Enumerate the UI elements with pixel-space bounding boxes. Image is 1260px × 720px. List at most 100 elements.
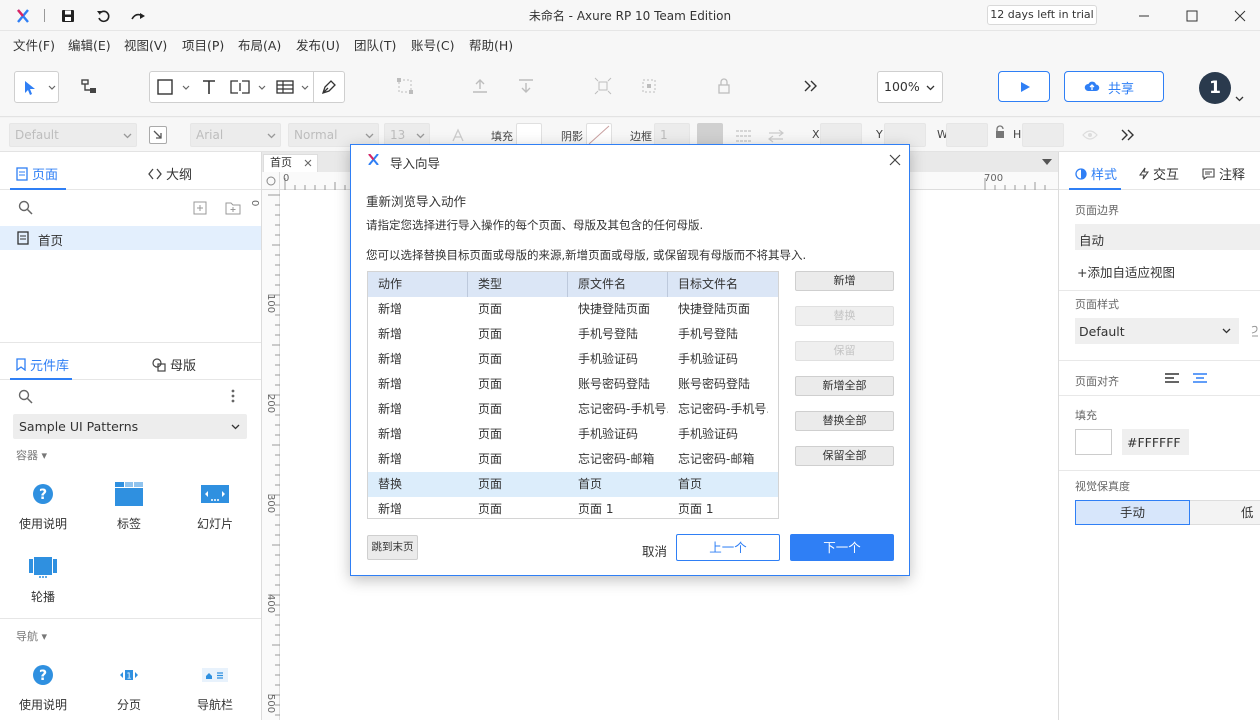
widget-help[interactable]: ? 使用说明 xyxy=(8,479,78,532)
table-row[interactable]: 新增 页面 忘记密码-手机号... 忘记密码-手机号... xyxy=(368,397,778,422)
add-all-button[interactable]: 新增全部 xyxy=(795,376,894,396)
tab-masters[interactable]: 母版 xyxy=(152,355,196,374)
widget-navbar[interactable]: 导航栏 xyxy=(180,660,250,713)
table-row[interactable]: 替换 页面 首页 首页 xyxy=(368,472,778,497)
table-row[interactable]: 新增 页面 手机验证码 手机验证码 xyxy=(368,422,778,447)
cancel-button[interactable]: 取消 xyxy=(642,541,667,560)
jump-to-end-button[interactable]: 跳到末页 xyxy=(367,535,418,560)
keep-button[interactable]: 保留 xyxy=(795,341,894,361)
select-tool[interactable] xyxy=(14,71,59,103)
minimize-icon[interactable] xyxy=(1136,8,1152,24)
widget-slideshow[interactable]: 幻灯片 xyxy=(180,479,250,532)
h-input[interactable] xyxy=(1022,123,1064,147)
group-icon[interactable] xyxy=(394,75,416,97)
tab-pages[interactable]: 页面 xyxy=(16,164,58,183)
ruler-corner[interactable] xyxy=(262,172,280,190)
visibility-icon[interactable] xyxy=(1082,129,1098,141)
close-window-icon[interactable] xyxy=(1232,8,1248,24)
keep-all-button[interactable]: 保留全部 xyxy=(795,446,894,466)
preview-button[interactable] xyxy=(998,71,1050,102)
menu-help[interactable]: 帮助(H) xyxy=(469,35,513,54)
chevron-down-icon[interactable] xyxy=(182,85,190,91)
table-row[interactable]: 新增 页面 手机验证码 手机验证码 xyxy=(368,347,778,372)
style-overflow-icon[interactable] xyxy=(1249,324,1260,338)
style-select[interactable]: Default xyxy=(9,123,137,147)
search-icon[interactable] xyxy=(18,200,33,215)
library-select[interactable]: Sample UI Patterns xyxy=(13,414,247,439)
arrow-style-icon[interactable] xyxy=(767,128,785,144)
tab-list-dropdown-icon[interactable] xyxy=(1042,159,1052,165)
menu-publish[interactable]: 发布(U) xyxy=(296,35,340,54)
vertical-ruler[interactable]: 0 100 200 300 400 500 xyxy=(249,190,280,720)
previous-button[interactable]: 上一个 xyxy=(676,534,780,561)
align-center-icon[interactable] xyxy=(1192,373,1208,385)
zoom-select[interactable]: 100% xyxy=(877,71,943,103)
avatar[interactable]: 1 xyxy=(1199,72,1231,104)
lock-icon[interactable] xyxy=(713,75,735,97)
canvas-page-tab[interactable]: 首页 xyxy=(263,154,318,172)
close-tab-icon[interactable] xyxy=(304,159,312,167)
fill-hex-input[interactable]: #FFFFFF xyxy=(1122,429,1189,455)
add-adaptive-view-link[interactable]: +添加自适应视图 xyxy=(1077,262,1175,281)
menu-edit[interactable]: 编辑(E) xyxy=(68,35,111,54)
tab-library[interactable]: 元件库 xyxy=(16,355,69,374)
widget-pagination[interactable]: 1 分页 xyxy=(94,660,164,713)
column-header[interactable]: 动作 xyxy=(368,272,468,297)
text-tool-icon[interactable] xyxy=(201,79,217,95)
tab-notes[interactable]: 注释 xyxy=(1202,164,1245,183)
column-header[interactable]: 类型 xyxy=(468,272,568,297)
distribute-icon[interactable] xyxy=(638,75,660,97)
send-back-icon[interactable] xyxy=(515,75,537,97)
section-navigation[interactable]: 导航 ▾ xyxy=(16,628,47,644)
fill-color-swatch[interactable] xyxy=(1075,429,1112,455)
table-row[interactable]: 新增 页面 忘记密码-邮箱 忘记密码-邮箱 xyxy=(368,447,778,472)
section-containers[interactable]: 容器 ▾ xyxy=(16,447,47,463)
widget-help-nav[interactable]: ? 使用说明 xyxy=(8,660,78,713)
widget-carousel[interactable]: 轮播 xyxy=(8,552,78,605)
menu-view[interactable]: 视图(V) xyxy=(124,35,167,54)
connector-tool-icon[interactable] xyxy=(76,74,102,100)
font-select[interactable]: Arial xyxy=(190,123,281,147)
more-style-icon[interactable] xyxy=(1121,129,1135,141)
add-page-icon[interactable] xyxy=(193,201,207,215)
share-button[interactable]: 共享 xyxy=(1064,71,1164,102)
chevron-down-icon[interactable] xyxy=(301,85,309,91)
line-style-icon[interactable] xyxy=(735,128,753,144)
search-icon[interactable] xyxy=(18,389,33,404)
menu-layout[interactable]: 布局(A) xyxy=(238,35,281,54)
replace-all-button[interactable]: 替换全部 xyxy=(795,411,894,431)
menu-file[interactable]: 文件(F) xyxy=(13,35,55,54)
trial-badge[interactable]: 12 days left in trial xyxy=(987,5,1097,25)
input-tool-icon[interactable] xyxy=(230,80,250,94)
menu-project[interactable]: 项目(P) xyxy=(182,35,224,54)
tab-style[interactable]: 样式 xyxy=(1075,164,1117,183)
tab-outline[interactable]: 大纲 xyxy=(148,164,192,183)
font-color-icon[interactable] xyxy=(450,128,466,144)
replace-button[interactable]: 替换 xyxy=(795,306,894,326)
table-row[interactable]: 新增 页面 快捷登陆页面 快捷登陆页面 xyxy=(368,297,778,322)
maximize-icon[interactable] xyxy=(1184,8,1200,24)
table-row[interactable]: 新增 页面 账号密码登陆 账号密码登陆 xyxy=(368,372,778,397)
page-style-select[interactable]: Default xyxy=(1075,318,1239,344)
fidelity-manual-button[interactable]: 手动 xyxy=(1075,500,1190,525)
table-tool-icon[interactable] xyxy=(276,80,294,94)
next-button[interactable]: 下一个 xyxy=(790,534,894,561)
more-options-icon[interactable] xyxy=(231,389,235,403)
column-header[interactable]: 原文件名 xyxy=(568,272,668,297)
chevron-down-icon[interactable] xyxy=(1235,96,1244,102)
menu-account[interactable]: 账号(C) xyxy=(411,35,454,54)
widget-tabs[interactable]: 标签 xyxy=(94,479,164,532)
page-bounds-select[interactable]: 自动 xyxy=(1075,224,1260,250)
more-tools-icon[interactable] xyxy=(800,75,822,97)
page-item-home[interactable]: 首页 xyxy=(0,226,261,250)
w-input[interactable] xyxy=(946,123,988,147)
add-folder-icon[interactable] xyxy=(225,201,241,215)
fidelity-low-button[interactable]: 低 xyxy=(1190,500,1260,525)
lock-aspect-icon[interactable] xyxy=(994,125,1006,139)
column-header[interactable]: 目标文件名 xyxy=(668,272,778,297)
align-left-icon[interactable] xyxy=(1164,373,1180,385)
align-icon[interactable] xyxy=(592,75,614,97)
bring-front-icon[interactable] xyxy=(469,75,491,97)
rectangle-tool-icon[interactable] xyxy=(157,79,173,95)
tab-interactions[interactable]: 交互 xyxy=(1139,164,1179,183)
